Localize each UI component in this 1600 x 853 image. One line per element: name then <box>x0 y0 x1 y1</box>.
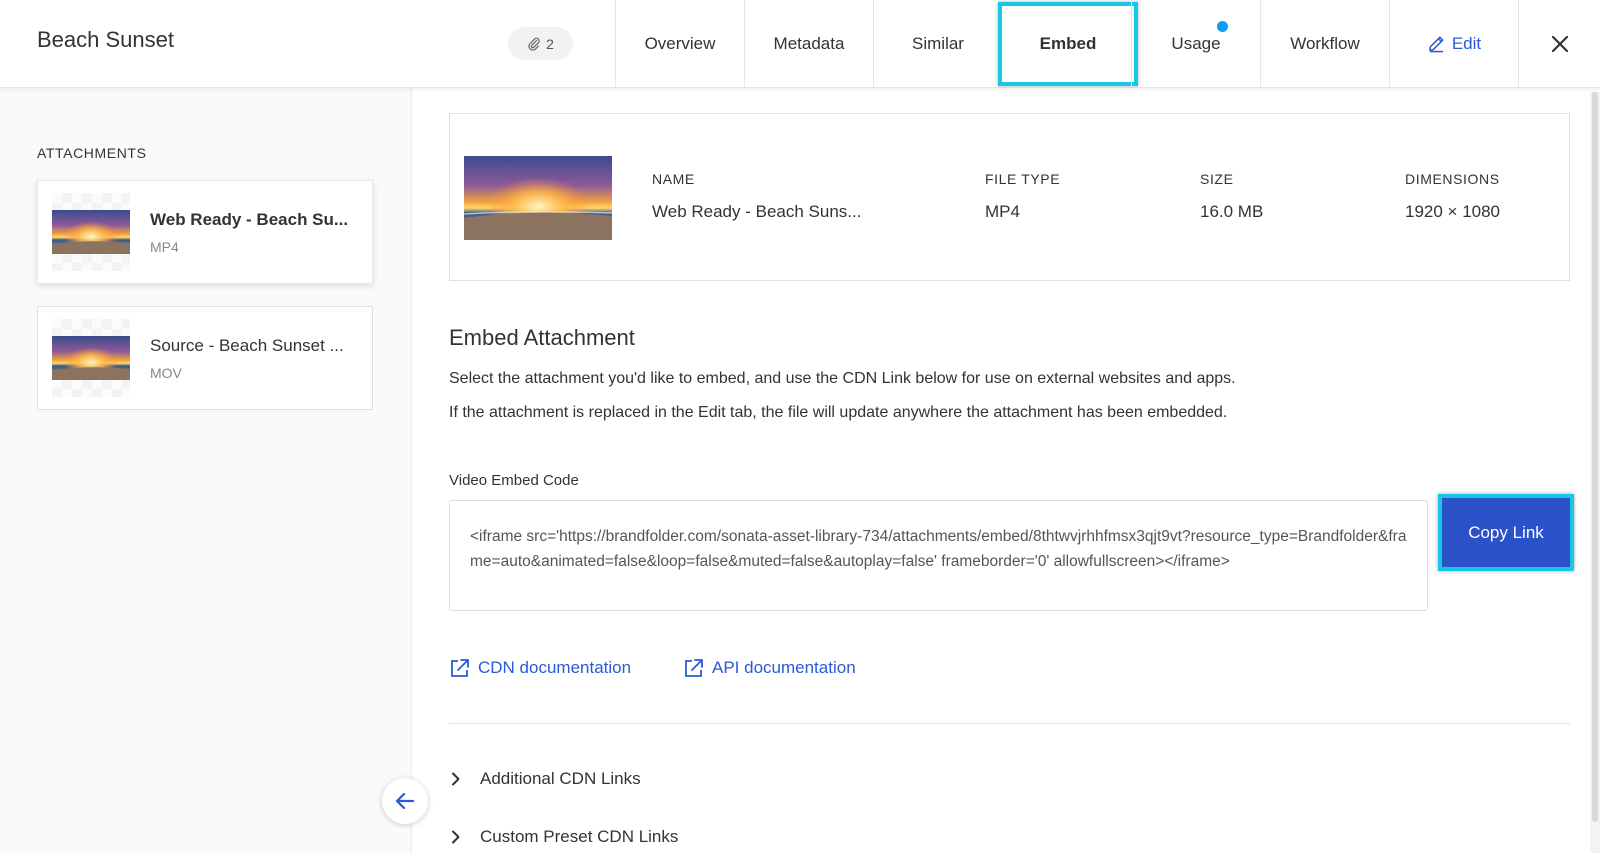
attachment-count: 2 <box>546 35 554 52</box>
api-documentation-link[interactable]: API documentation <box>683 657 856 679</box>
tab-workflow[interactable]: Workflow <box>1260 0 1389 87</box>
arrow-left-icon <box>395 792 415 810</box>
attachment-type: MP4 <box>150 238 179 255</box>
info-label: DIMENSIONS <box>1405 171 1500 187</box>
tab-label: Workflow <box>1290 33 1360 53</box>
expander-label: Additional CDN Links <box>480 769 641 788</box>
tab-embed[interactable]: Embed <box>998 2 1138 86</box>
attachment-type: MOV <box>150 364 182 381</box>
page-title: Beach Sunset <box>37 27 174 52</box>
info-value: MP4 <box>985 202 1020 221</box>
attachments-sidebar: ATTACHMENTS Web Ready - Beach Su... MP4 … <box>0 88 412 853</box>
link-label: API documentation <box>712 658 856 677</box>
scrollbar-thumb[interactable] <box>1592 92 1598 822</box>
usage-notification-dot <box>1217 21 1228 32</box>
tab-similar[interactable]: Similar <box>873 0 1002 87</box>
additional-cdn-links-expander[interactable]: Additional CDN Links <box>449 769 641 789</box>
info-size-column: SIZE 16.0 MB <box>1200 171 1263 222</box>
tab-label: Metadata <box>773 33 845 53</box>
attachment-info-card: NAME Web Ready - Beach Suns... FILE TYPE… <box>449 113 1570 281</box>
close-icon <box>1551 35 1568 52</box>
info-label: NAME <box>652 171 695 187</box>
info-dimensions-column: DIMENSIONS 1920 × 1080 <box>1405 171 1500 222</box>
tab-overview[interactable]: Overview <box>615 0 744 87</box>
tab-metadata[interactable]: Metadata <box>744 0 873 87</box>
info-name-column: NAME Web Ready - Beach Suns... <box>652 171 861 222</box>
custom-preset-cdn-links-expander[interactable]: Custom Preset CDN Links <box>449 827 678 847</box>
embed-code-field[interactable]: <iframe src='https://brandfolder.com/son… <box>449 500 1428 611</box>
attachment-thumbnail <box>52 319 130 397</box>
tab-label: Similar <box>912 33 964 53</box>
copy-link-button[interactable]: Copy Link <box>1438 494 1574 571</box>
tab-label: Embed <box>1039 34 1097 53</box>
section-divider <box>449 723 1570 724</box>
asset-header: Beach Sunset 2 Overview Metadata Similar… <box>0 0 1600 88</box>
close-button[interactable] <box>1518 0 1600 87</box>
info-label: FILE TYPE <box>985 171 1061 187</box>
link-label: CDN documentation <box>478 658 632 677</box>
tab-usage[interactable]: Usage <box>1131 0 1260 87</box>
attachment-item-source[interactable]: Source - Beach Sunset ... MOV <box>37 306 373 410</box>
main-scrollbar[interactable] <box>1590 92 1600 853</box>
expander-label: Custom Preset CDN Links <box>480 827 679 846</box>
embed-description-line-1: Select the attachment you'd like to embe… <box>449 370 1236 387</box>
tab-edit[interactable]: Edit <box>1389 0 1518 87</box>
attachment-name: Source - Beach Sunset ... <box>150 335 344 355</box>
tab-label: Usage <box>1171 33 1221 53</box>
external-link-icon <box>451 659 469 677</box>
cdn-documentation-link[interactable]: CDN documentation <box>449 657 631 679</box>
attachment-thumbnail <box>52 193 130 271</box>
attachment-preview-image <box>464 156 612 240</box>
embed-section-title: Embed Attachment <box>449 325 635 350</box>
info-value: 16.0 MB <box>1200 202 1264 221</box>
pencil-icon <box>1428 36 1444 53</box>
attachment-count-badge[interactable]: 2 <box>508 27 573 60</box>
info-label: SIZE <box>1200 171 1234 187</box>
attachment-item-web-ready[interactable]: Web Ready - Beach Su... MP4 <box>37 180 373 284</box>
embed-code-label: Video Embed Code <box>449 472 579 489</box>
info-value: 1920 × 1080 <box>1405 202 1501 221</box>
attachments-heading: ATTACHMENTS <box>37 145 147 161</box>
collapse-sidebar-button[interactable] <box>382 778 428 824</box>
info-value: Web Ready - Beach Suns... <box>652 202 862 221</box>
embed-description-line-2: If the attachment is replaced in the Edi… <box>449 404 1228 421</box>
info-filetype-column: FILE TYPE MP4 <box>985 171 1060 222</box>
chevron-right-icon <box>452 772 460 786</box>
external-link-icon <box>685 659 703 677</box>
paperclip-icon <box>528 37 540 51</box>
tab-label: Overview <box>644 33 716 53</box>
chevron-right-icon <box>452 830 460 844</box>
tab-label: Edit <box>1451 33 1482 53</box>
attachment-name: Web Ready - Beach Su... <box>150 209 349 229</box>
